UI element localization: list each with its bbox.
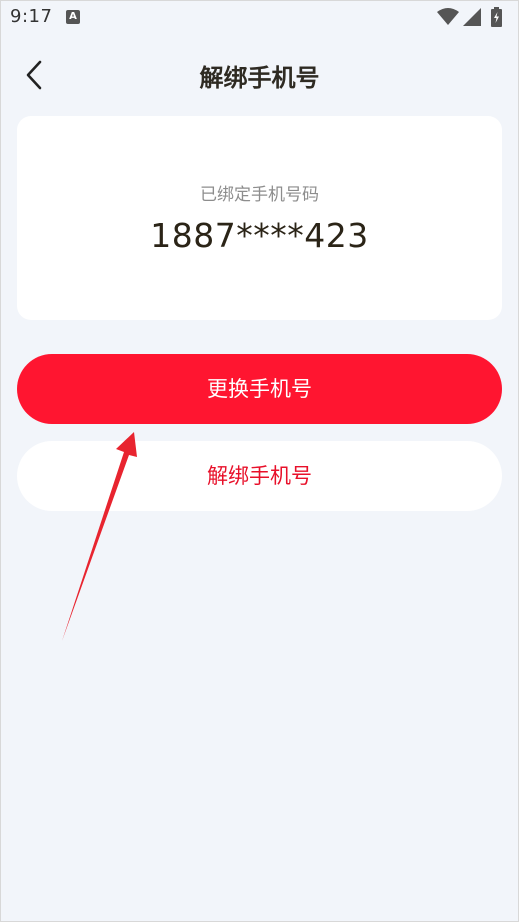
unbind-phone-button[interactable]: 解绑手机号	[17, 441, 502, 511]
page-title: 解绑手机号	[199, 64, 320, 92]
status-time: 9:17	[10, 6, 53, 27]
header: 解绑手机号	[0, 40, 519, 110]
battery-icon	[491, 7, 502, 27]
status-icons	[431, 7, 511, 28]
status-bar: 9:17 A	[0, 0, 519, 36]
bound-phone-card: 已绑定手机号码 1887****423	[17, 116, 502, 320]
change-phone-button[interactable]: 更换手机号	[17, 354, 502, 424]
bound-phone-label: 已绑定手机号码	[200, 185, 319, 205]
notification-a-icon: A	[66, 10, 80, 24]
signal-icon	[463, 8, 481, 26]
bound-phone-number: 1887****423	[150, 216, 369, 255]
wifi-icon	[437, 8, 459, 25]
